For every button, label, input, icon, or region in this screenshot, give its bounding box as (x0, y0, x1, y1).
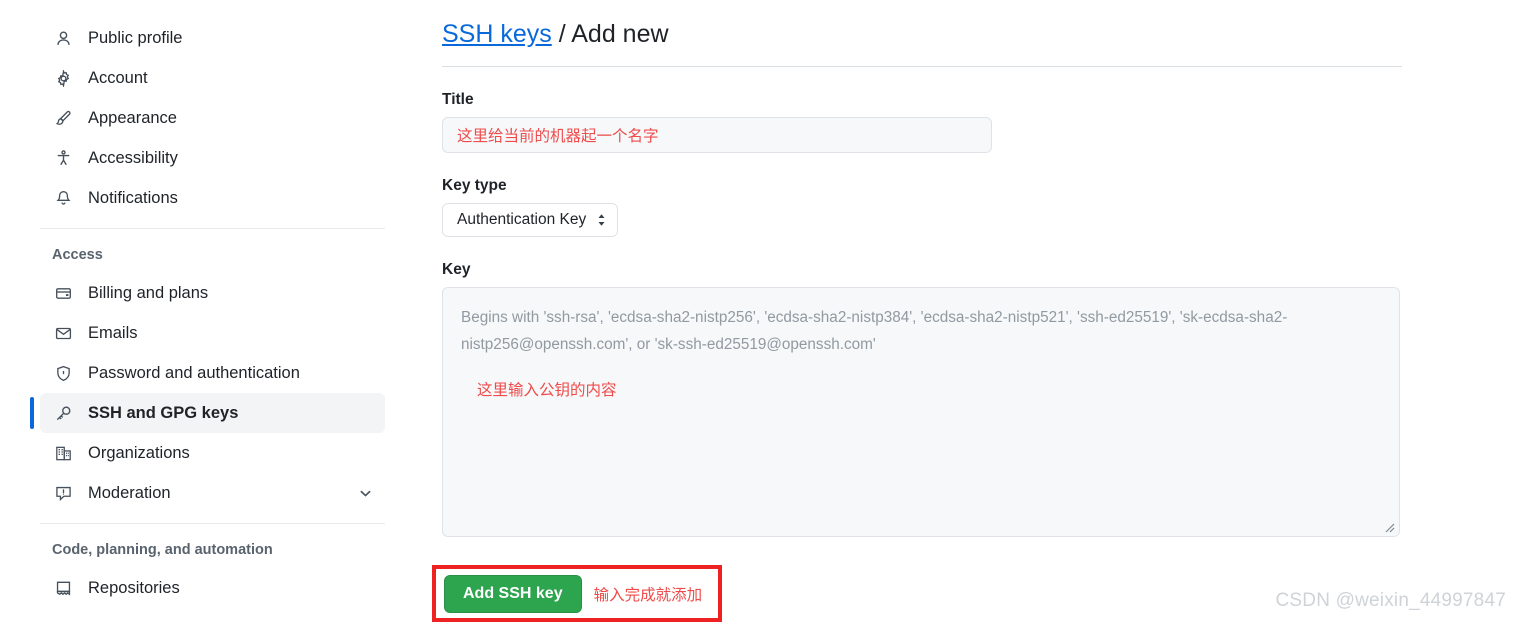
submit-annotation-text: 输入完成就添加 (593, 586, 703, 604)
sidebar-section-code-title: Code, planning, and automation (52, 542, 273, 558)
sidebar-item-label: Password and authentication (88, 363, 300, 382)
sidebar-item-label: Organizations (88, 443, 190, 462)
gear-icon (52, 68, 74, 88)
report-icon (52, 483, 74, 503)
sidebar-item-notifications[interactable]: Notifications (40, 178, 385, 218)
sidebar-item-public-profile[interactable]: Public profile (40, 18, 385, 58)
add-ssh-key-button[interactable]: Add SSH key (444, 574, 582, 613)
sidebar-item-label: Accessibility (88, 148, 178, 167)
sidebar-item-label: Moderation (88, 483, 171, 502)
breadcrumb: SSH keys / Add new (442, 14, 1402, 54)
person-icon (52, 28, 74, 48)
submit-highlight-box: Add SSH key 输入完成就添加 (432, 565, 722, 622)
sidebar-item-billing-and-plans[interactable]: Billing and plans (40, 273, 385, 313)
resize-handle-icon[interactable] (1381, 519, 1395, 533)
sidebar-item-organizations[interactable]: Organizations (40, 433, 385, 473)
title-input[interactable] (442, 117, 992, 153)
sidebar-item-label: Notifications (88, 188, 178, 207)
chevron-down-icon[interactable] (358, 486, 373, 501)
sidebar-item-label: Emails (88, 323, 138, 342)
sidebar-item-ssh-and-gpg-keys[interactable]: SSH and GPG keys (30, 393, 385, 433)
sidebar-code-group: Repositories (40, 568, 385, 608)
title-field-label: Title (442, 91, 474, 108)
key-type-select[interactable]: Authentication Key (442, 203, 619, 237)
sidebar-item-label: Billing and plans (88, 283, 209, 302)
sidebar-primary-group: Public profile Account Appearance Access… (40, 18, 385, 218)
shield-lock-icon (52, 363, 74, 383)
sidebar-access-group: Billing and plans Emails Password and au… (30, 273, 385, 513)
sidebar-item-label: Repositories (88, 578, 180, 597)
key-field-label: Key (442, 261, 471, 278)
sidebar-divider-2 (40, 523, 385, 524)
sidebar-item-moderation[interactable]: Moderation (40, 473, 385, 513)
key-annotation-text: 这里输入公钥的内容 (477, 382, 617, 399)
header-divider (442, 66, 1402, 67)
page-title: Add new (571, 20, 669, 48)
sidebar-item-label: Account (88, 68, 148, 87)
organization-icon (52, 443, 74, 463)
accessibility-icon (52, 148, 74, 168)
sidebar-item-emails[interactable]: Emails (40, 313, 385, 353)
key-textarea[interactable]: Begins with 'ssh-rsa', 'ecdsa-sha2-nistp… (442, 287, 1400, 537)
key-icon (52, 403, 74, 423)
sidebar-item-label: Public profile (88, 28, 183, 47)
paintbrush-icon (52, 108, 74, 128)
key-type-field-label: Key type (442, 177, 507, 194)
main-content: SSH keys / Add new Title Key type Authen… (442, 14, 1402, 537)
breadcrumb-link-ssh-keys[interactable]: SSH keys (442, 20, 552, 48)
credit-card-icon (52, 283, 74, 303)
mail-icon (52, 323, 74, 343)
breadcrumb-separator: / (558, 20, 566, 48)
key-type-selected-value: Authentication Key (457, 211, 587, 228)
sort-caret-icon (596, 212, 607, 228)
settings-sidebar: Public profile Account Appearance Access… (30, 18, 385, 608)
sidebar-item-appearance[interactable]: Appearance (40, 98, 385, 138)
sidebar-item-accessibility[interactable]: Accessibility (40, 138, 385, 178)
sidebar-item-label: Appearance (88, 108, 177, 127)
sidebar-divider-1 (40, 228, 385, 229)
sidebar-item-password-and-authentication[interactable]: Password and authentication (40, 353, 385, 393)
sidebar-item-label: SSH and GPG keys (88, 403, 239, 422)
watermark: CSDN @weixin_44997847 (1275, 590, 1506, 611)
repo-icon (52, 578, 74, 598)
sidebar-item-repositories[interactable]: Repositories (40, 568, 385, 608)
bell-icon (52, 188, 74, 208)
key-textarea-placeholder: Begins with 'ssh-rsa', 'ecdsa-sha2-nistp… (461, 309, 1288, 353)
sidebar-item-account[interactable]: Account (40, 58, 385, 98)
settings-page: Public profile Account Appearance Access… (0, 0, 1522, 622)
sidebar-section-access-title: Access (52, 247, 103, 263)
